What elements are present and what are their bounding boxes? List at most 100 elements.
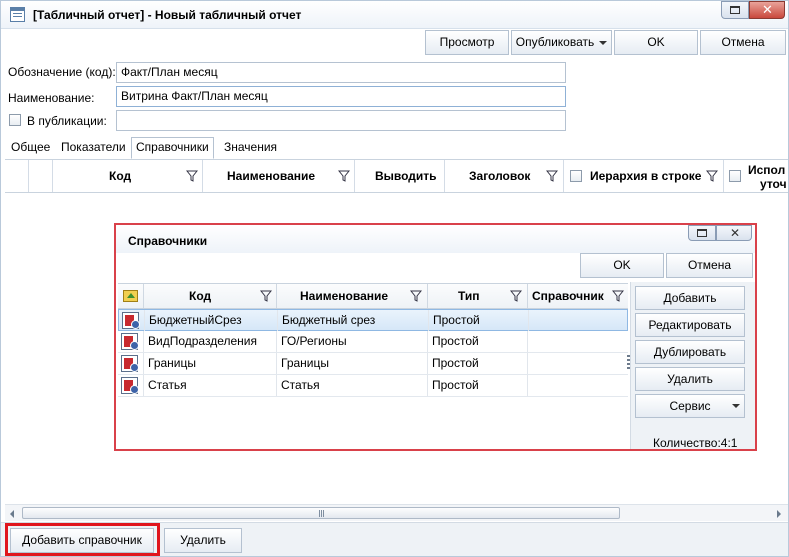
dialog-actions-panel: Добавить Редактировать Дублировать Удали… [630, 282, 755, 450]
filter-icon[interactable] [546, 170, 558, 182]
filter-icon[interactable] [510, 290, 522, 302]
column-name-label: Наименование [227, 169, 316, 183]
dialog-column-type[interactable]: Тип [428, 284, 528, 308]
cell-name: ГО/Регионы [277, 331, 428, 352]
publication-input[interactable] [116, 110, 566, 131]
title-bar: [Табличный отчет] - Новый табличный отче… [1, 1, 788, 29]
add-button[interactable]: Добавить [635, 286, 745, 310]
maximize-icon [697, 229, 707, 237]
column-use-label: Испол [748, 163, 786, 177]
cell-name: Статья [277, 375, 428, 396]
dialog-column-code-label: Код [189, 289, 212, 303]
reference-settings-icon [122, 312, 140, 329]
scrollbar-thumb[interactable] [22, 507, 620, 519]
folder-column[interactable] [118, 284, 144, 308]
filter-icon[interactable] [706, 170, 718, 182]
cell-code: БюджетныйСрез [145, 310, 278, 331]
row-icon-cell [118, 375, 144, 396]
dialog-column-reference[interactable]: Справочник [528, 284, 628, 308]
tab-general[interactable]: Общее [7, 138, 54, 158]
horizontal-scrollbar[interactable] [5, 504, 788, 521]
hierarchy-header-checkbox[interactable] [570, 170, 582, 182]
column-output-label: Выводить [375, 169, 437, 183]
code-input[interactable]: Факт/План месяц [116, 62, 566, 83]
column-header-name[interactable]: Наименование [203, 160, 355, 192]
publish-label: Опубликовать [515, 35, 595, 49]
column-header-hierarchy[interactable]: Иерархия в строке [564, 160, 724, 192]
dialog-title: Справочники [128, 234, 208, 248]
column-header-heading[interactable]: Заголовок [445, 160, 564, 192]
dialog-delete-button[interactable]: Удалить [635, 367, 745, 391]
references-dialog: Справочники ✕ OK Отмена Код Наименование… [114, 223, 757, 451]
delete-button[interactable]: Удалить [164, 528, 242, 553]
main-grid-header: Код Наименование Выводить Заголовок Иера… [5, 159, 788, 193]
filter-icon[interactable] [186, 170, 198, 182]
folder-up-icon[interactable] [123, 290, 138, 302]
filter-icon[interactable] [612, 290, 624, 302]
dialog-title-bar: Справочники ✕ [116, 225, 755, 253]
use-header-checkbox[interactable] [729, 170, 741, 182]
close-icon: ✕ [730, 226, 741, 240]
dialog-ok-button[interactable]: OK [580, 253, 664, 278]
tab-references[interactable]: Справочники [131, 137, 214, 159]
ok-button[interactable]: OK [614, 30, 698, 55]
maximize-icon [730, 6, 740, 14]
dialog-column-name-label: Наименование [300, 289, 389, 303]
column-heading-label: Заголовок [469, 169, 531, 183]
name-input[interactable]: Витрина Факт/План месяц [116, 86, 566, 107]
publication-label: В публикации: [27, 114, 107, 128]
dialog-column-name[interactable]: Наименование [277, 284, 428, 308]
grip-icon [319, 510, 325, 517]
filter-icon[interactable] [260, 290, 272, 302]
scroll-left-icon[interactable] [10, 510, 14, 518]
cell-type: Простой [428, 353, 528, 374]
tab-indicators[interactable]: Показатели [57, 138, 130, 158]
table-row[interactable]: ВидПодразделения ГО/Регионы Простой [118, 331, 628, 353]
column-header-use[interactable]: Испол уточ [724, 160, 788, 192]
tab-values[interactable]: Значения [220, 138, 281, 158]
scroll-right-icon[interactable] [777, 510, 781, 518]
table-row[interactable]: Статья Статья Простой [118, 375, 628, 397]
duplicate-button[interactable]: Дублировать [635, 340, 745, 364]
preview-button[interactable]: Просмотр [425, 30, 509, 55]
table-row[interactable]: Границы Границы Простой [118, 353, 628, 375]
dialog-column-type-label: Тип [458, 289, 480, 303]
cell-type: Простой [428, 331, 528, 352]
close-icon: ✕ [762, 2, 773, 17]
window-title: [Табличный отчет] - Новый табличный отче… [33, 8, 302, 22]
cell-type: Простой [428, 375, 528, 396]
filter-icon[interactable] [410, 290, 422, 302]
publication-checkbox[interactable] [9, 114, 21, 126]
column-code-label: Код [109, 169, 132, 183]
reference-settings-icon [121, 355, 139, 372]
column-header-output[interactable]: Выводить [355, 160, 445, 192]
cell-code: ВидПодразделения [144, 331, 277, 352]
cell-type: Простой [429, 310, 529, 331]
column-hierarchy-label: Иерархия в строке [590, 169, 702, 183]
filter-icon[interactable] [338, 170, 350, 182]
close-button[interactable]: ✕ [749, 1, 785, 19]
dialog-column-code[interactable]: Код [144, 284, 277, 308]
reference-settings-icon [121, 333, 139, 350]
cancel-button[interactable]: Отмена [700, 30, 786, 55]
dialog-grid-header: Код Наименование Тип Справочник [118, 283, 628, 309]
publish-dropdown-button[interactable]: Опубликовать [511, 30, 612, 55]
chevron-down-icon [599, 40, 608, 45]
column-refine-label: уточ [760, 177, 787, 191]
column-header-code[interactable]: Код [53, 160, 203, 192]
cell-name: Границы [277, 353, 428, 374]
cell-name: Бюджетный срез [278, 310, 429, 331]
maximize-button[interactable] [721, 1, 749, 19]
row-icon-column [29, 160, 53, 192]
table-report-icon [10, 7, 25, 22]
table-row[interactable]: БюджетныйСрез Бюджетный срез Простой [118, 309, 628, 331]
service-dropdown-button[interactable]: Сервис [635, 394, 745, 418]
edit-button[interactable]: Редактировать [635, 313, 745, 337]
dialog-close-button[interactable]: ✕ [716, 225, 752, 241]
dialog-maximize-button[interactable] [688, 225, 716, 241]
cell-reference [528, 331, 626, 352]
name-label: Наименование: [8, 91, 95, 105]
report-window: [Табличный отчет] - Новый табличный отче… [0, 0, 789, 557]
dialog-cancel-button[interactable]: Отмена [666, 253, 753, 278]
cell-reference [528, 353, 626, 374]
